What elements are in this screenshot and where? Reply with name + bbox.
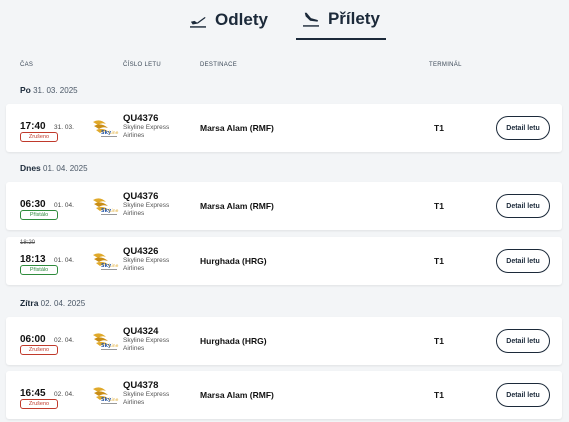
skyline-logo-icon: Sky Line	[93, 120, 119, 137]
arrival-time: 16:45	[20, 388, 46, 399]
flight-info: QU4376 Skyline Express Airlines	[123, 191, 169, 218]
skyline-logo-icon: Sky Line	[93, 387, 119, 404]
flight-row: 18:20 18:13 01. 04. Přistálo Sky Line QU…	[6, 237, 562, 285]
day-date: 01. 04. 2025	[43, 164, 88, 173]
day-header: Dnes 01. 04. 2025	[20, 163, 88, 173]
day-date: 31. 03. 2025	[33, 86, 78, 95]
flight-number: QU4378	[123, 380, 159, 391]
flight-info: QU4326 Skyline Express Airlines	[123, 246, 169, 273]
airline-name-line2: Airlines	[123, 399, 145, 406]
col-destination: DESTINACE	[200, 62, 238, 68]
plane-departure-icon	[190, 17, 207, 28]
destination: Marsa Alam (RMF)	[200, 123, 274, 133]
airline-name-line1: Skyline Express	[123, 124, 170, 131]
flight-detail-button[interactable]: Detail letu	[496, 249, 550, 273]
airline-name-line1: Skyline Express	[123, 337, 170, 344]
flight-number: QU4324	[123, 326, 159, 337]
arrival-time: 06:00	[20, 334, 46, 345]
skyline-logo-icon: Sky Line	[93, 253, 119, 270]
flight-row: 06:30 01. 04. Přistálo Sky Line QU4376 S…	[6, 182, 562, 230]
flight-number: QU4326	[123, 246, 159, 257]
skyline-logo-icon: Sky Line	[93, 333, 119, 350]
arrival-date: 02. 04.	[54, 391, 74, 398]
arrival-date: 31. 03.	[54, 124, 74, 131]
tab-departures-label: Odlety	[215, 10, 268, 29]
day-header: Po 31. 03. 2025	[20, 85, 78, 95]
destination: Marsa Alam (RMF)	[200, 390, 274, 400]
day-date: 02. 04. 2025	[40, 299, 86, 308]
day-prefix: Zítra	[20, 298, 39, 308]
status-badge: Přistálo	[20, 265, 58, 275]
flight-row: 16:45 02. 04. Zrušeno Sky Line QU4378 Sk…	[6, 371, 562, 419]
day-prefix: Po	[20, 85, 31, 95]
arrival-date: 02. 04.	[54, 337, 74, 344]
direction-tabs: Odlety Přílety	[0, 0, 569, 44]
flight-info: QU4376 Skyline Express Airlines	[123, 113, 169, 140]
terminal: T1	[434, 123, 444, 133]
arrival-time: 18:13	[20, 254, 46, 265]
flight-detail-button[interactable]: Detail letu	[496, 383, 550, 407]
flight-number: QU4376	[123, 113, 159, 124]
destination: Hurghada (HRG)	[200, 256, 267, 266]
svg-text:Line: Line	[109, 397, 119, 403]
flight-detail-button[interactable]: Detail letu	[496, 194, 550, 218]
destination: Hurghada (HRG)	[200, 336, 267, 346]
tab-departures[interactable]: Odlety	[183, 0, 274, 40]
day-prefix: Dnes	[20, 163, 41, 173]
col-terminal: TERMINÁL	[429, 62, 462, 68]
terminal: T1	[434, 390, 444, 400]
destination: Marsa Alam (RMF)	[200, 201, 274, 211]
tab-arrivals-label: Přílety	[327, 9, 380, 28]
airline-name-line2: Airlines	[123, 132, 145, 139]
arrival-date: 01. 04.	[54, 202, 74, 209]
svg-text:Line: Line	[109, 343, 119, 349]
terminal: T1	[434, 336, 444, 346]
flight-detail-button[interactable]: Detail letu	[496, 116, 550, 140]
flight-number: QU4376	[123, 191, 159, 202]
scheduled-time: 18:20	[20, 240, 36, 246]
airline-name-line2: Airlines	[123, 345, 145, 352]
status-badge: Zrušeno	[20, 132, 58, 142]
terminal: T1	[434, 256, 444, 266]
skyline-logo-icon: Sky Line	[93, 198, 119, 215]
col-flight-number: ČÍSLO LETU	[123, 62, 162, 68]
flight-info: QU4378 Skyline Express Airlines	[123, 380, 169, 407]
status-badge: Zrušeno	[20, 399, 58, 409]
arrival-time: 17:40	[20, 121, 46, 132]
airline-name-line1: Skyline Express	[123, 391, 170, 398]
flight-info: QU4324 Skyline Express Airlines	[123, 326, 169, 353]
terminal: T1	[434, 201, 444, 211]
day-header: Zítra 02. 04. 2025	[20, 298, 85, 308]
flight-row: 06:00 02. 04. Zrušeno Sky Line QU4324 Sk…	[6, 317, 562, 365]
status-badge: Zrušeno	[20, 345, 58, 355]
col-time: ČAS	[20, 62, 34, 68]
tab-arrivals[interactable]: Přílety	[295, 0, 386, 40]
arrival-time: 06:30	[20, 199, 46, 210]
airline-name-line1: Skyline Express	[123, 202, 170, 209]
svg-text:Line: Line	[109, 208, 119, 214]
svg-text:Line: Line	[109, 263, 119, 269]
column-headers: ČAS ČÍSLO LETU DESTINACE TERMINÁL	[0, 62, 569, 74]
airline-name-line2: Airlines	[123, 265, 145, 272]
flight-row: 17:40 31. 03. Zrušeno Sky Line QU4376 Sk…	[6, 104, 562, 152]
flight-detail-button[interactable]: Detail letu	[496, 329, 550, 353]
airline-name-line2: Airlines	[123, 210, 145, 217]
plane-arrival-icon	[302, 12, 319, 27]
airline-name-line1: Skyline Express	[123, 257, 170, 264]
svg-text:Line: Line	[109, 130, 119, 136]
arrival-date: 01. 04.	[54, 257, 74, 264]
status-badge: Přistálo	[20, 210, 58, 220]
